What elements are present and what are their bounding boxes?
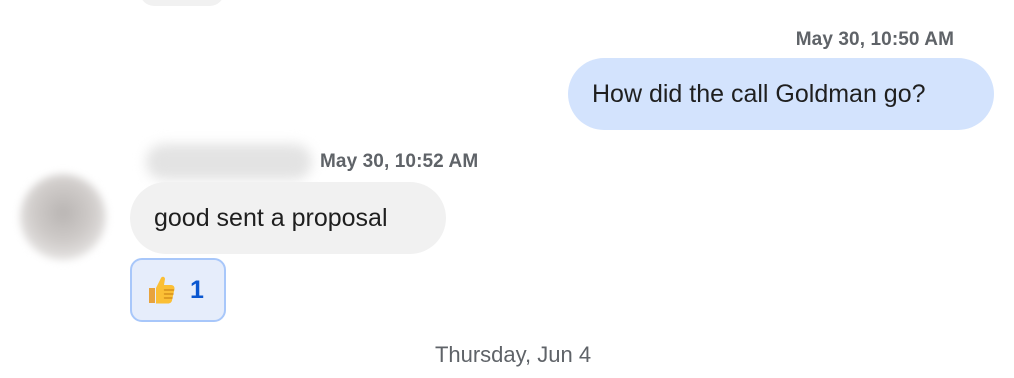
date-divider: Thursday, Jun 4 — [434, 342, 592, 367]
thumbs-up-icon — [149, 276, 175, 304]
message-timestamp: May 30, 10:50 AM — [795, 29, 954, 50]
message-text: good sent a proposal — [154, 203, 388, 232]
reaction-chip[interactable]: 1 — [130, 258, 226, 322]
outgoing-message-bubble[interactable]: How did the call Goldman go? — [568, 58, 994, 130]
avatar[interactable] — [20, 174, 106, 260]
message-timestamp: May 30, 10:52 AM — [320, 151, 479, 172]
sender-name-redacted — [146, 144, 312, 180]
reaction-count: 1 — [190, 275, 204, 304]
previous-message-bubble — [140, 0, 224, 6]
incoming-message-bubble[interactable]: good sent a proposal — [130, 182, 446, 254]
chat-thread: May 30, 10:50 AM How did the call Goldma… — [0, 0, 1014, 378]
message-text: How did the call Goldman go? — [592, 79, 926, 108]
